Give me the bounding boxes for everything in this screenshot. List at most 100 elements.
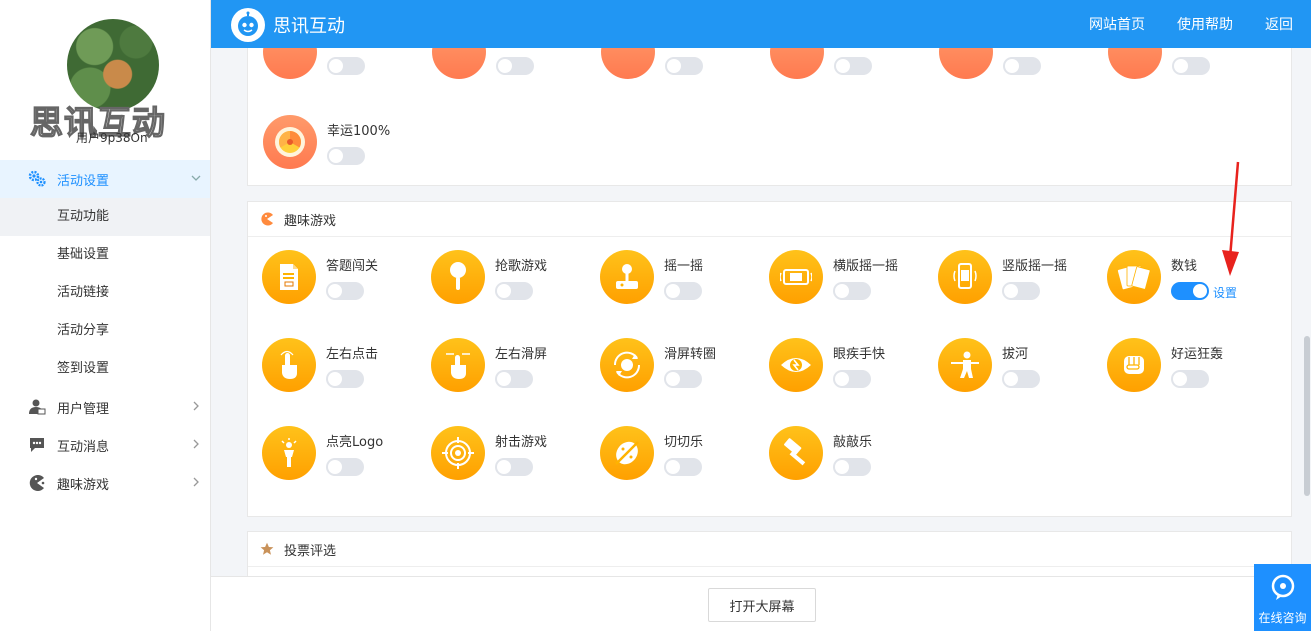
- game-label: 抢歌游戏: [495, 259, 548, 274]
- game-item: [601, 48, 761, 85]
- menu-label: 用户管理: [57, 401, 110, 417]
- top-nav: 网站首页 使用帮助 返回: [1057, 0, 1293, 48]
- headset-chat-icon: [1271, 574, 1294, 600]
- star-icon: [260, 542, 274, 556]
- tug-icon: [938, 338, 992, 392]
- game-item-tug-of-war: 拔河: [938, 338, 1098, 398]
- menu-interactive-messages[interactable]: 互动消息: [0, 426, 210, 464]
- chevron-right-icon: [190, 400, 202, 412]
- toggle-switch[interactable]: [1002, 282, 1040, 300]
- submenu-checkin-settings[interactable]: 签到设置: [0, 350, 210, 388]
- toggle-switch[interactable]: [833, 370, 871, 388]
- menu-fun-games[interactable]: 趣味游戏: [0, 464, 210, 502]
- toggle-switch[interactable]: [664, 370, 702, 388]
- game-item-quick-eye: 眼疾手快: [769, 338, 929, 398]
- nav-home-link[interactable]: 网站首页: [1089, 14, 1145, 34]
- game-label: 滑屏转圈: [664, 347, 717, 362]
- submenu-interactive-functions[interactable]: 互动功能: [0, 198, 210, 236]
- game-label: 摇一摇: [664, 259, 704, 274]
- toggle-switch[interactable]: [495, 458, 533, 476]
- joystick-icon: [600, 250, 654, 304]
- toggle-switch[interactable]: [834, 57, 872, 75]
- chevron-right-icon: [190, 476, 202, 488]
- chevron-right-icon: [190, 438, 202, 450]
- panel-header: 投票评选: [248, 532, 1291, 567]
- gears-icon: [28, 170, 46, 188]
- toggle-switch[interactable]: [665, 57, 703, 75]
- game-label: 答题闯关: [326, 259, 379, 274]
- panel-title: 趣味游戏: [284, 213, 337, 229]
- feature-icon: [1108, 48, 1162, 79]
- pacman-icon: [260, 212, 274, 226]
- game-label: 横版摇一摇: [833, 259, 899, 274]
- game-item-shake: 摇一摇: [600, 250, 760, 310]
- toggle-switch[interactable]: [495, 370, 533, 388]
- toggle-switch[interactable]: [1171, 370, 1209, 388]
- settings-link[interactable]: 设置: [1213, 284, 1237, 301]
- toggle-switch[interactable]: [326, 282, 364, 300]
- game-item-left-right-swipe: 左右滑屏: [431, 338, 591, 398]
- feature-icon: [601, 48, 655, 79]
- submenu-activity-link[interactable]: 活动链接: [0, 274, 210, 312]
- microphone-icon: [431, 250, 485, 304]
- open-big-screen-button[interactable]: 打开大屏幕: [708, 588, 816, 622]
- toggle-switch[interactable]: [496, 57, 534, 75]
- game-label: 数钱: [1171, 259, 1198, 274]
- toggle-switch[interactable]: [495, 282, 533, 300]
- consult-label: 在线咨询: [1258, 611, 1307, 625]
- toggle-switch[interactable]: [664, 282, 702, 300]
- footer-bar: 打开大屏幕: [211, 576, 1311, 631]
- interactive-features-panel: 幸运100%: [247, 48, 1292, 186]
- torch-icon: [262, 426, 316, 480]
- menu-activity-settings[interactable]: 活动设置: [0, 160, 210, 198]
- brand[interactable]: 思讯互动: [231, 8, 345, 42]
- money-icon: [1107, 250, 1161, 304]
- toggle-switch[interactable]: [327, 147, 365, 165]
- toggle-switch[interactable]: [1002, 370, 1040, 388]
- toggle-switch[interactable]: [833, 458, 871, 476]
- fist-icon: [1107, 338, 1161, 392]
- tap-hand-icon: [262, 338, 316, 392]
- slice-icon: [600, 426, 654, 480]
- game-item-song-grab: 抢歌游戏: [431, 250, 591, 310]
- game-item-hammer: 敲敲乐: [769, 426, 929, 486]
- wheel-icon: [263, 115, 317, 169]
- phone-portrait-icon: [938, 250, 992, 304]
- game-item-swipe-rotate: 滑屏转圈: [600, 338, 760, 398]
- nav-help-link[interactable]: 使用帮助: [1177, 14, 1233, 34]
- game-item: [432, 48, 592, 85]
- toggle-switch[interactable]: [326, 458, 364, 476]
- toggle-switch[interactable]: [1171, 282, 1209, 300]
- toggle-switch[interactable]: [327, 57, 365, 75]
- game-label: 眼疾手快: [833, 347, 886, 362]
- game-label: 幸运100%: [327, 124, 391, 139]
- vote-panel: 投票评选: [247, 531, 1292, 576]
- menu-label: 互动消息: [57, 439, 110, 455]
- toggle-switch[interactable]: [664, 458, 702, 476]
- feature-icon: [263, 48, 317, 79]
- game-item-lucky-blast: 好运狂轰: [1107, 338, 1267, 398]
- menu-user-management[interactable]: 用户管理: [0, 388, 210, 426]
- submenu-activity-share[interactable]: 活动分享: [0, 312, 210, 350]
- game-label: 左右滑屏: [495, 347, 548, 362]
- hammer-icon: [769, 426, 823, 480]
- feature-icon: [939, 48, 993, 79]
- game-label: 好运狂轰: [1171, 347, 1224, 362]
- game-item: [1108, 48, 1268, 85]
- toggle-switch[interactable]: [1003, 57, 1041, 75]
- online-consult-button[interactable]: 在线咨询: [1254, 564, 1311, 631]
- toggle-switch[interactable]: [1172, 57, 1210, 75]
- toggle-switch[interactable]: [326, 370, 364, 388]
- menu-label: 活动设置: [57, 173, 110, 189]
- nav-back-link[interactable]: 返回: [1265, 14, 1293, 34]
- scrollbar[interactable]: [1303, 48, 1311, 576]
- eye-icon: [769, 338, 823, 392]
- scrollbar-thumb[interactable]: [1304, 336, 1310, 496]
- target-icon: [431, 426, 485, 480]
- main-content: 幸运100% 趣味游戏 答题闯关 抢歌游戏 摇一摇 横版摇一摇 竖版摇一摇 数钱…: [211, 48, 1311, 576]
- panel-header: 趣味游戏: [248, 202, 1291, 237]
- game-label: 敲敲乐: [833, 435, 873, 450]
- submenu-basic-settings[interactable]: 基础设置: [0, 236, 210, 274]
- toggle-switch[interactable]: [833, 282, 871, 300]
- profile: 思讯互动 用户9p38On: [0, 0, 210, 160]
